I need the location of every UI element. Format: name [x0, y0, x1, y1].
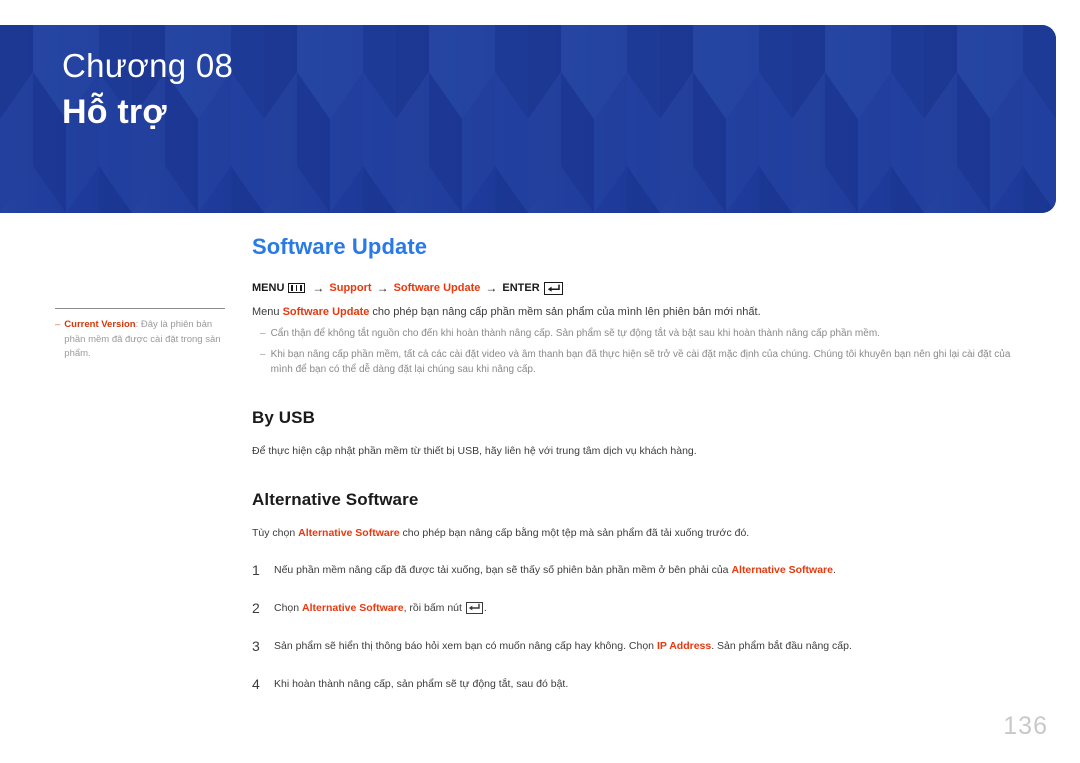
main-content: Software Update MENU → Support → Softwar…: [252, 234, 1042, 714]
step-prefix: Sản phẩm sẽ hiển thị thông báo hỏi xem b…: [274, 639, 657, 652]
intro-paragraph: Menu Software Update cho phép bạn nâng c…: [252, 304, 1042, 320]
step-highlight: Alternative Software: [731, 563, 833, 576]
by-usb-paragraph: Để thực hiện cập nhật phần mềm từ thiết …: [252, 444, 697, 457]
alt-intro-prefix: Tùy chọn: [252, 526, 299, 539]
list-item: 2 Chọn Alternative Software, rồi bấm nút…: [252, 600, 1042, 616]
menu-path-step-software-update[interactable]: Software Update: [394, 281, 481, 295]
menu-path-arrow-1: →: [312, 281, 325, 295]
menu-path-step-support[interactable]: Support: [329, 281, 371, 295]
page-title: Software Update: [252, 234, 428, 259]
menu-path-menu-label: MENU: [252, 282, 285, 294]
step-text: Chọn Alternative Software, rồi bấm nút .: [274, 600, 1042, 616]
step-tail: .: [483, 601, 487, 614]
step-suffix: .: [832, 563, 836, 576]
note-item: ‒ Cẩn thận để không tắt nguồn cho đến kh…: [252, 326, 1042, 342]
by-usb-heading: By USB: [252, 407, 315, 427]
chapter-title: Hỗ trợ: [62, 93, 167, 131]
step-prefix: Nếu phần mềm nâng cấp đã được tải xuống,…: [274, 563, 732, 576]
menu-bars-icon: [288, 283, 306, 293]
intro-highlight: Software Update: [282, 306, 370, 318]
step-prefix: Chọn: [274, 601, 303, 614]
step-number: 1: [252, 561, 260, 578]
step-number: 3: [252, 637, 260, 654]
step-suffix: , rồi bấm nút: [403, 601, 465, 614]
menu-path: MENU → Support → Software Update → ENTER: [252, 281, 1042, 295]
alt-intro-suffix: cho phép bạn nâng cấp bằng một tệp mà sả…: [399, 526, 750, 539]
menu-path-arrow-3: →: [485, 281, 498, 295]
side-note-divider: [55, 308, 225, 309]
step-number: 2: [252, 599, 260, 616]
step-highlight: Alternative Software: [302, 601, 404, 614]
chapter-label: Chương 08: [62, 47, 234, 84]
list-item: 4 Khi hoàn thành nâng cấp, sản phẩm sẽ t…: [252, 676, 1042, 692]
menu-path-arrow-2: →: [376, 281, 389, 295]
note-text: Cẩn thận để không tắt nguồn cho đến khi …: [270, 328, 880, 339]
alternative-software-heading: Alternative Software: [252, 489, 419, 509]
step-text: Nếu phần mềm nâng cấp đã được tải xuống,…: [274, 562, 1042, 578]
page-number: 136: [1003, 712, 1048, 740]
alternative-software-intro: Tùy chọn Alternative Software cho phép b…: [252, 525, 1042, 541]
step-prefix: Khi hoàn thành nâng cấp, sản phẩm sẽ tự …: [274, 677, 569, 690]
step-number: 4: [252, 675, 260, 692]
note-item: ‒ Khi bạn nâng cấp phần mềm, tất cả các …: [252, 347, 1042, 378]
note-dash: ‒: [260, 348, 266, 360]
list-item: 3 Sản phẩm sẽ hiển thị thông báo hỏi xem…: [252, 638, 1042, 654]
menu-path-enter-label: ENTER: [502, 282, 540, 294]
step-suffix: . Sản phẩm bắt đầu nâng cấp.: [711, 639, 852, 652]
alt-intro-highlight: Alternative Software: [298, 526, 400, 539]
list-item: 1 Nếu phần mềm nâng cấp đã được tải xuốn…: [252, 562, 1042, 578]
step-text: Sản phẩm sẽ hiển thị thông báo hỏi xem b…: [274, 638, 1042, 654]
side-note-item: – Current Version: Đây là phiên bản phần…: [55, 318, 230, 362]
side-note-dash: –: [55, 319, 61, 330]
banner-heading-group: Chương 08 Hỗ trợ: [62, 43, 233, 135]
intro-suffix: cho phép bạn nâng cấp phần mềm sản phẩm …: [369, 306, 761, 318]
steps-list: 1 Nếu phần mềm nâng cấp đã được tải xuốn…: [252, 562, 1042, 692]
enter-key-icon: [543, 281, 563, 295]
side-note-body: Current Version: Đây là phiên bản phần m…: [64, 318, 230, 362]
intro-prefix: Menu: [252, 306, 283, 318]
chapter-banner: Chương 08 Hỗ trợ: [0, 25, 1056, 213]
side-note-term: Current Version: [64, 319, 136, 330]
side-note-column: – Current Version: Đây là phiên bản phần…: [55, 308, 230, 362]
note-text: Khi bạn nâng cấp phần mềm, tất cả các cà…: [270, 348, 1011, 376]
step-text: Khi hoàn thành nâng cấp, sản phẩm sẽ tự …: [274, 676, 1042, 692]
enter-key-icon: [465, 601, 483, 614]
note-dash: ‒: [260, 328, 266, 339]
step-highlight: IP Address: [656, 639, 712, 652]
